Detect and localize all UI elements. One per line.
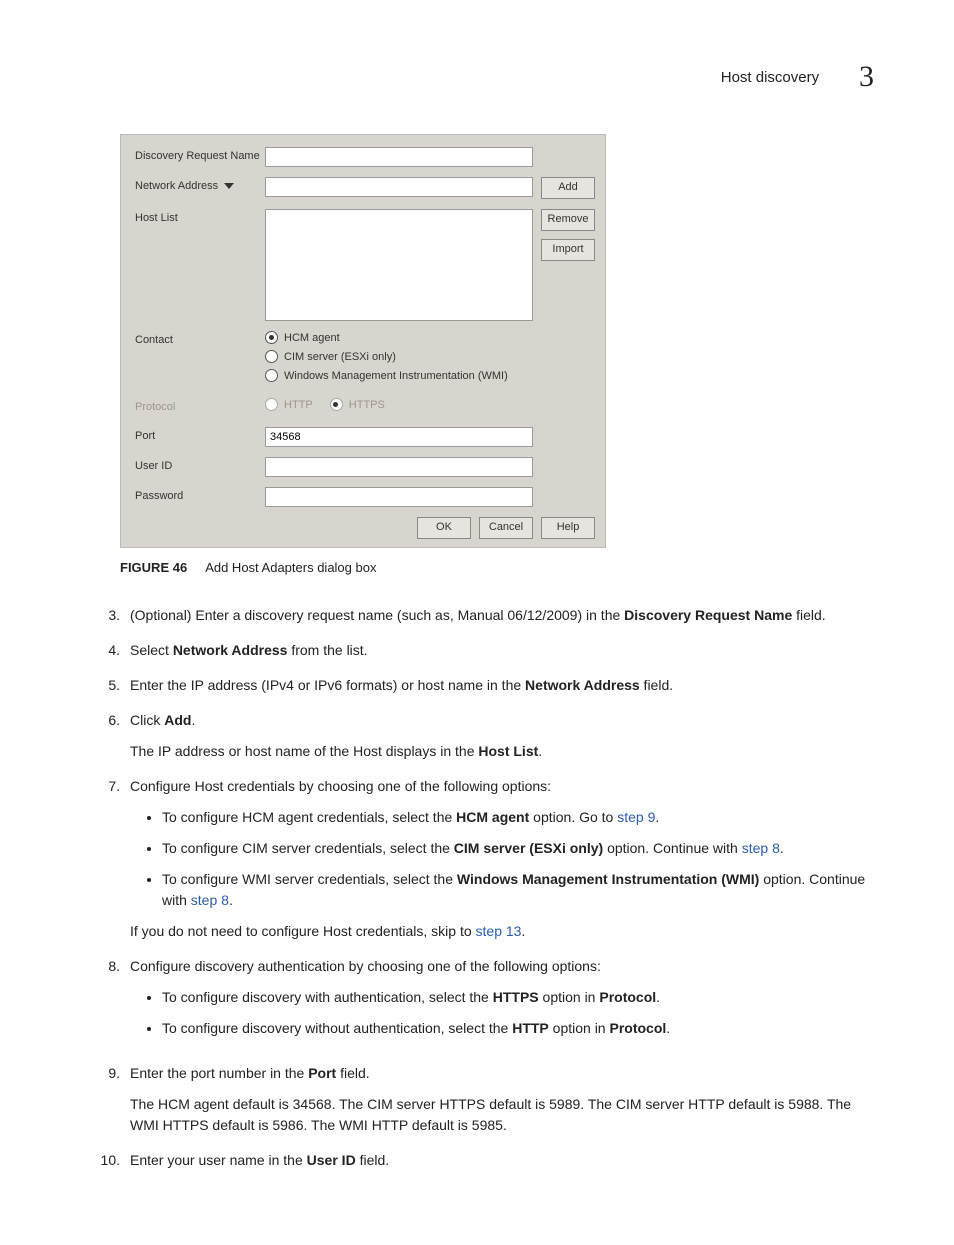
host-list-box[interactable]: [265, 209, 533, 321]
ok-button[interactable]: OK: [417, 517, 471, 539]
http-radio: [265, 398, 278, 411]
userid-label: User ID: [135, 457, 265, 472]
help-button[interactable]: Help: [541, 517, 595, 539]
link-step-8[interactable]: step 8: [742, 840, 780, 856]
discovery-request-name-input[interactable]: [265, 147, 533, 167]
link-step-13[interactable]: step 13: [476, 923, 522, 939]
page-header: Host discovery 3: [80, 60, 874, 94]
wmi-radio-label: Windows Management Instrumentation (WMI): [284, 370, 508, 382]
http-radio-label: HTTP: [284, 399, 313, 411]
step-10: 10. Enter your user name in the User ID …: [92, 1150, 874, 1171]
discovery-request-name-label: Discovery Request Name: [135, 147, 265, 162]
step-5: 5. Enter the IP address (IPv4 or IPv6 fo…: [92, 675, 874, 696]
cim-server-radio-label: CIM server (ESXi only): [284, 351, 396, 363]
protocol-label: Protocol: [135, 398, 265, 413]
userid-input[interactable]: [265, 457, 533, 477]
remove-button[interactable]: Remove: [541, 209, 595, 231]
dropdown-icon[interactable]: [224, 183, 234, 189]
add-host-adapters-dialog: Discovery Request Name Network Address A…: [120, 134, 606, 548]
link-step-8b[interactable]: step 8: [191, 892, 229, 908]
import-button[interactable]: Import: [541, 239, 595, 261]
password-input[interactable]: [265, 487, 533, 507]
section-title: Host discovery: [721, 69, 819, 86]
contact-label: Contact: [135, 331, 265, 346]
step-3: 3. (Optional) Enter a discovery request …: [92, 605, 874, 626]
figure-caption: FIGURE 46 Add Host Adapters dialog box: [120, 560, 874, 575]
cancel-button[interactable]: Cancel: [479, 517, 533, 539]
link-step-9[interactable]: step 9: [617, 809, 655, 825]
host-list-label: Host List: [135, 209, 265, 224]
cim-server-radio[interactable]: [265, 350, 278, 363]
https-radio-label: HTTPS: [349, 399, 385, 411]
password-label: Password: [135, 487, 265, 502]
step-7: 7. Configure Host credentials by choosin…: [92, 776, 874, 942]
hcm-agent-radio-label: HCM agent: [284, 332, 340, 344]
step-8: 8. Configure discovery authentication by…: [92, 956, 874, 1049]
chapter-number: 3: [859, 60, 874, 94]
figure-number: FIGURE 46: [120, 560, 187, 575]
add-button[interactable]: Add: [541, 177, 595, 199]
step-4: 4. Select Network Address from the list.: [92, 640, 874, 661]
network-address-input[interactable]: [265, 177, 533, 197]
network-address-label: Network Address: [135, 180, 218, 192]
step-9: 9. Enter the port number in the Port fie…: [92, 1063, 874, 1136]
wmi-radio[interactable]: [265, 369, 278, 382]
figure-title: Add Host Adapters dialog box: [205, 560, 376, 575]
step-6: 6. Click Add. The IP address or host nam…: [92, 710, 874, 762]
https-radio: [330, 398, 343, 411]
port-input[interactable]: [265, 427, 533, 447]
port-label: Port: [135, 427, 265, 442]
hcm-agent-radio[interactable]: [265, 331, 278, 344]
